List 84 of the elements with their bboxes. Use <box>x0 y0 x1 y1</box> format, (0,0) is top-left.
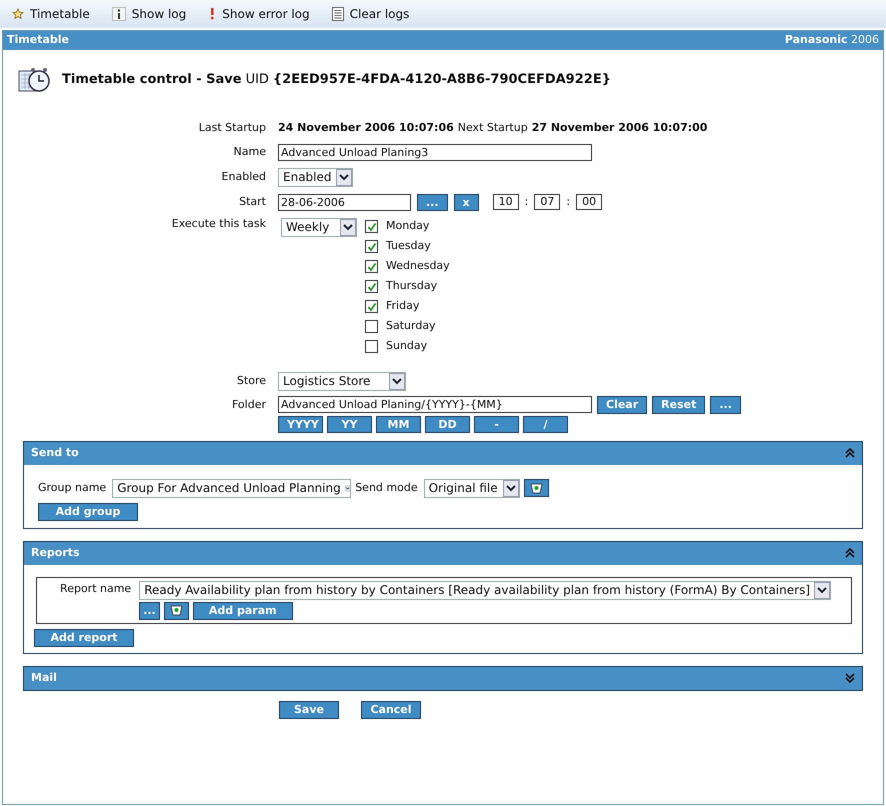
day-label: Sunday <box>386 338 428 354</box>
last-startup-value: 24 November 2006 10:07:06 <box>278 120 454 136</box>
next-startup-value: 27 November 2006 10:07:00 <box>532 120 708 136</box>
uid-value: {2EED957E-4FDA-4120-A8B6-790CEFDA922E} <box>272 72 611 88</box>
collapse-icon[interactable] <box>845 548 855 558</box>
day-label: Wednesday <box>386 258 450 274</box>
cancel-button[interactable]: Cancel <box>361 700 421 718</box>
collapse-icon[interactable] <box>845 448 855 458</box>
second-field[interactable]: 00 <box>576 194 602 210</box>
brand-text: Panasonic 2006 <box>784 32 879 48</box>
field-label: Next Startup <box>458 120 528 136</box>
day-checkbox[interactable] <box>365 220 378 233</box>
field-label: Group name <box>38 480 106 496</box>
minute-field[interactable]: 07 <box>534 194 560 210</box>
folder-button[interactable]: Reset <box>652 396 706 414</box>
time-separator: : <box>524 194 528 210</box>
token-button[interactable]: DD <box>425 416 470 432</box>
day-checkbox[interactable] <box>365 280 378 293</box>
section-header[interactable]: Mail <box>24 666 862 690</box>
date-picker-button[interactable]: ... <box>417 194 448 210</box>
toolbar-button[interactable]: Show error log <box>208 5 310 23</box>
toolbar-button[interactable]: Clear logs <box>332 5 410 23</box>
field-label: Store <box>236 372 266 389</box>
section-title: Send to <box>31 444 79 461</box>
token-button[interactable]: MM <box>376 416 421 432</box>
section-header[interactable]: Reports <box>24 542 862 564</box>
delete-button[interactable] <box>524 479 549 497</box>
report-select[interactable]: Ready Availability plan from history by Containers [Ready availability plan from history (FormA) By Containers] <box>139 580 831 600</box>
star-icon <box>12 8 24 20</box>
field-label: Name <box>234 144 266 160</box>
trash-icon <box>170 605 183 616</box>
enabled-select[interactable]: Enabled <box>278 168 353 186</box>
day-checkbox[interactable] <box>365 340 378 353</box>
day-label: Saturday <box>386 318 436 334</box>
field-label: Report name <box>60 580 132 596</box>
save-button[interactable]: Save <box>279 700 339 718</box>
field-label: Last Startup <box>198 120 266 136</box>
report-options-button[interactable]: ... <box>139 602 160 620</box>
token-button[interactable]: - <box>474 416 519 432</box>
group-select[interactable]: Group For Advanced Unload Planning <box>112 478 352 498</box>
store-select[interactable]: Logistics Store <box>278 372 406 390</box>
field-label: Execute this task <box>172 216 266 232</box>
date-field[interactable]: 28-06-2006 <box>278 194 411 210</box>
day-label: Thursday <box>386 278 438 294</box>
expand-icon[interactable] <box>845 673 855 683</box>
token-button[interactable]: / <box>523 416 568 432</box>
folder-field[interactable]: Advanced Unload Planing/{YYYY}-{MM} <box>278 396 592 413</box>
day-label: Friday <box>386 298 420 314</box>
field-label: Start <box>239 194 266 210</box>
page-title: Timetable control - Save <box>62 72 242 88</box>
trash-icon <box>530 482 543 494</box>
day-label: Monday <box>386 218 430 234</box>
section-title: Mail <box>31 670 57 686</box>
toolbar-button[interactable]: Show log <box>112 5 186 23</box>
exclamation-icon <box>208 7 216 21</box>
time-separator: : <box>566 194 570 210</box>
day-label: Tuesday <box>386 238 431 254</box>
section-header[interactable]: Send to <box>24 442 862 464</box>
clear-date-button[interactable]: x <box>454 194 479 210</box>
document-icon <box>332 7 344 21</box>
hour-field[interactable]: 10 <box>492 194 519 210</box>
field-label: Folder <box>232 396 266 412</box>
info-icon <box>112 7 126 21</box>
name-field[interactable]: Advanced Unload Planing3 <box>278 144 592 160</box>
toolbar-button[interactable]: Timetable <box>12 5 90 23</box>
panel-title: Timetable <box>7 32 69 48</box>
delete-button[interactable] <box>164 602 189 620</box>
frequency-select[interactable]: Weekly <box>281 218 357 236</box>
add-report-button[interactable]: Add report <box>34 628 134 646</box>
uid-label: UID <box>246 72 269 88</box>
field-label: Enabled <box>222 168 266 185</box>
section-title: Reports <box>31 544 80 561</box>
folder-button[interactable]: ... <box>710 396 741 414</box>
field-label: Send mode <box>355 480 418 496</box>
day-checkbox[interactable] <box>365 300 378 313</box>
add-param-button[interactable]: Add param <box>192 602 293 620</box>
folder-button[interactable]: Clear <box>597 396 648 414</box>
token-button[interactable]: YY <box>327 416 372 432</box>
day-checkbox[interactable] <box>365 320 378 333</box>
send-mode-select[interactable]: Original file <box>424 478 520 498</box>
day-checkbox[interactable] <box>365 240 378 253</box>
day-checkbox[interactable] <box>365 260 378 273</box>
token-button[interactable]: YYYY <box>278 416 323 432</box>
add-group-button[interactable]: Add group <box>38 502 138 520</box>
